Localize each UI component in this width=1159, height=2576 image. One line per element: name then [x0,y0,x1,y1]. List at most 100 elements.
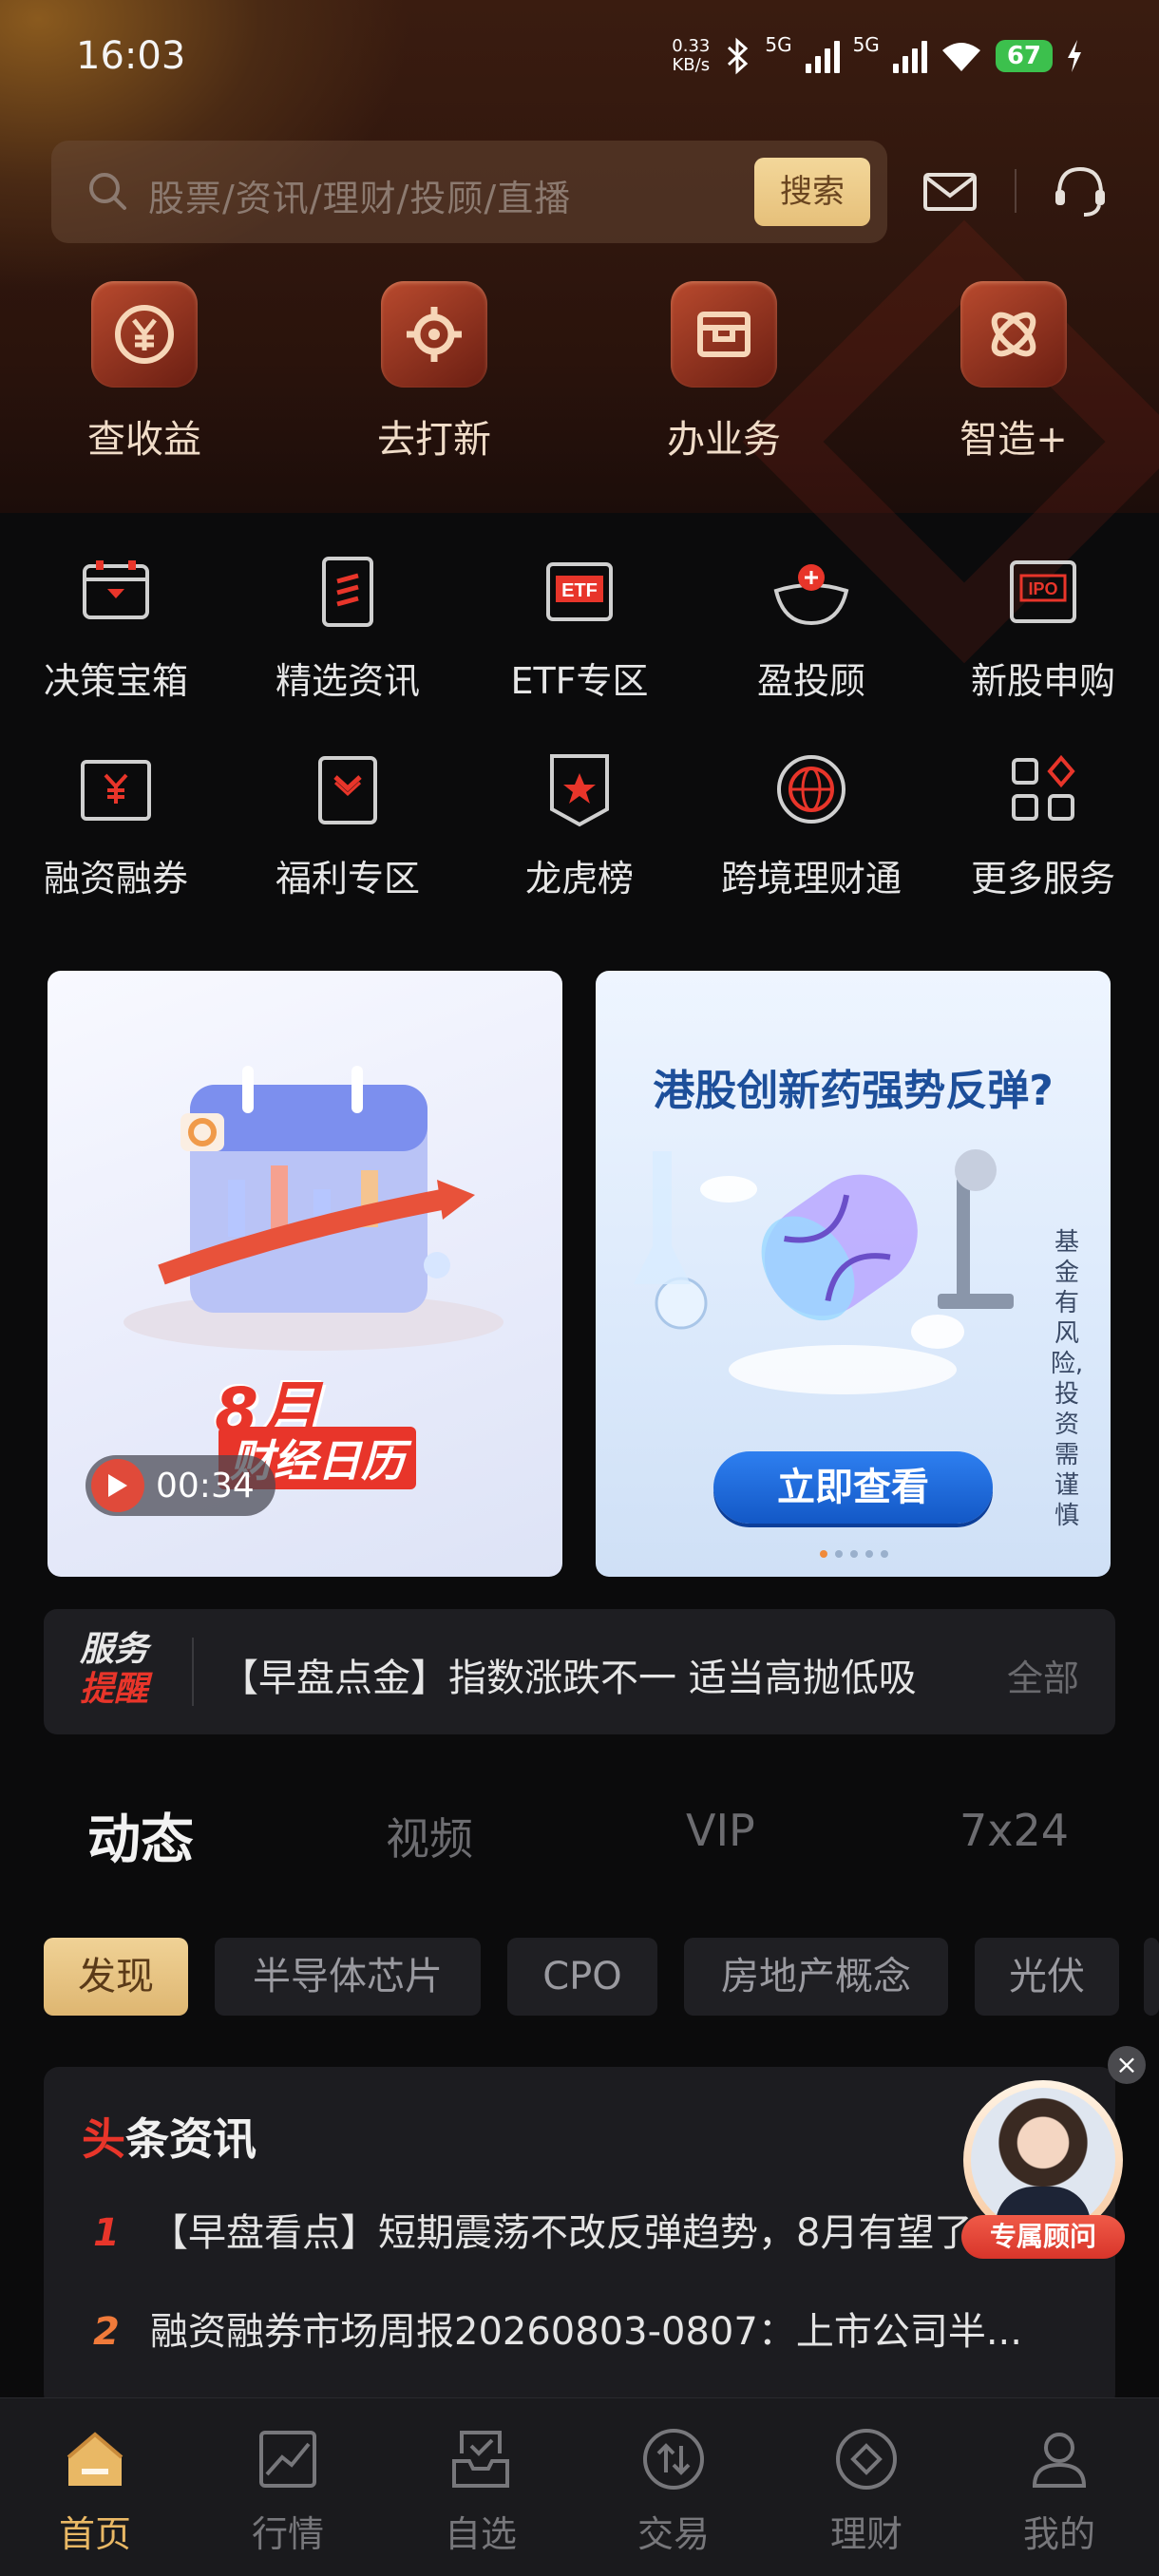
menu-advisor[interactable]: 盈投顾 [707,551,916,704]
menu-margin-trading[interactable]: 融资融券 [11,748,220,901]
advisor-label: 专属顾问 [961,2215,1125,2259]
carousel-dots [820,1550,888,1558]
chart-icon [259,2431,316,2488]
chip-cpo[interactable]: CPO [507,1938,657,2016]
chip-discover[interactable]: 发现 [44,1938,188,2016]
menu-label: 盈投顾 [756,660,865,702]
menu-label: 精选资讯 [275,660,420,702]
news-doc-icon [322,557,373,627]
headline-news-card: 头条资讯 1 【早盘看点】短期震荡不改反弹趋势，8月有望了 2 融资融券市场周报20… [44,2067,1115,2409]
search-placeholder: 股票/资讯/理财/投顾/直播 [148,178,572,219]
nav-label: 行情 [251,2513,324,2555]
menu-label: 更多服务 [970,858,1115,900]
tab-vip[interactable]: VIP [686,1805,755,1856]
menu-decision-box[interactable]: 决策宝箱 [11,551,220,704]
risk-disclaimer: 基金有风险,投资需谨慎 [1050,1228,1084,1530]
ipo-icon-text: IPO [1028,579,1057,598]
menu-new-stock[interactable]: IPO 新股申购 [939,551,1148,704]
menu-etf-zone[interactable]: ETF ETF专区 [475,551,684,704]
tab-7x24[interactable]: 7x24 [960,1805,1069,1856]
service-reminder-bar[interactable]: 服务 提醒 【早盘点金】指数涨跌不一 适当高抛低吸 全部 [44,1609,1115,1734]
quick-action-earnings[interactable]: 查收益 [49,281,239,464]
nav-home[interactable]: 首页 [0,2425,190,2557]
reminder-divider [192,1638,194,1706]
etf-icon-text: ETF [561,580,598,601]
headline-title-rest: 条资讯 [125,2113,256,2165]
charging-icon [1068,40,1081,72]
quick-actions: 查收益 去打新 办业务 智造+ [0,281,1159,471]
trade-arrows-icon [643,2429,704,2490]
search-button[interactable]: 搜索 [754,158,870,226]
customer-service-icon[interactable] [1050,161,1111,222]
news-item[interactable]: 1 【早盘看点】短期震荡不改反弹趋势，8月有望了 [93,2202,1100,2257]
quick-action-label: 查收益 [87,418,201,462]
menu-cross-border[interactable]: 跨境理财通 [707,748,916,901]
menu-dragon-tiger[interactable]: 龙虎榜 [475,748,684,901]
net-speed: 0.33 KB/s [672,37,710,75]
net-speed-value: 0.33 [672,36,711,56]
view-now-button[interactable]: 立即查看 [713,1451,993,1524]
video-play-button[interactable]: 00:34 [86,1455,276,1516]
quick-action-label: 办业务 [667,418,781,462]
reminder-tag: 服务 提醒 [80,1630,162,1710]
quick-action-ipo[interactable]: 去打新 [339,281,529,464]
nav-market[interactable]: 行情 [193,2425,383,2557]
inbox-check-icon [452,2431,509,2488]
briefcase-icon [671,281,777,388]
chip-photovoltaic[interactable]: 光伏 [975,1938,1119,2016]
nav-label: 交易 [636,2513,710,2555]
menu-label: 跨境理财通 [720,858,902,900]
video-duration: 00:34 [156,1466,255,1506]
nav-me[interactable]: 我的 [964,2425,1154,2557]
search-icon [89,173,126,210]
menu-label: ETF专区 [510,660,649,702]
nav-wealth[interactable]: 理财 [771,2425,961,2557]
tab-video[interactable]: 视频 [386,1805,473,1867]
news-text: 融资融券市场周报20260803-0807：上市公司半... [150,2310,1022,2354]
menu-label: 龙虎榜 [524,858,634,900]
reminder-tag-line1: 服务 [80,1630,149,1669]
chip-semiconductor[interactable]: 半导体芯片 [215,1938,481,2016]
chip-next-partial[interactable] [1144,1938,1159,2016]
news-item[interactable]: 2 融资融券市场周报20260803-0807：上市公司半... [93,2301,1100,2356]
advisor-close-icon[interactable]: × [1108,2046,1146,2084]
advisor-float-button[interactable]: 专属顾问 [961,2080,1125,2261]
wifi-icon [941,43,980,71]
banner-finance-calendar[interactable]: 8月 财经日历 00:34 [48,971,562,1577]
ipo-icon: IPO [1010,560,1076,623]
bottom-nav: 首页 行情 自选 交易 理财 我的 [0,2397,1159,2576]
quick-action-label: 去打新 [377,418,491,462]
reminder-tag-line2: 提醒 [80,1670,149,1709]
quick-action-business[interactable]: 办业务 [629,281,819,464]
menu-more-services[interactable]: 更多服务 [939,748,1148,901]
nav-watchlist[interactable]: 自选 [386,2425,576,2557]
play-icon [91,1459,144,1512]
menu-selected-news[interactable]: 精选资讯 [243,551,452,704]
nav-trade[interactable]: 交易 [579,2425,769,2557]
home-icon [66,2432,124,2486]
calendar-illustration [124,1066,504,1351]
nav-label: 首页 [58,2513,131,2555]
person-icon [1032,2433,1087,2488]
yen-coin-icon [91,281,198,388]
network-5g-1: 5G [765,33,792,56]
diamond-circle-icon [836,2429,897,2490]
battery-indicator: 67 [995,40,1053,72]
menu-welfare[interactable]: 福利专区 [243,748,452,901]
headline-title: 头条资讯 [82,2105,256,2168]
chip-real-estate[interactable]: 房地产概念 [684,1938,948,2016]
mail-icon[interactable] [922,163,978,220]
signal-icon-2 [892,39,927,73]
nav-label: 理财 [829,2513,902,2555]
grid-more-icon [1012,754,1075,821]
quick-action-label: 智造+ [960,418,1068,462]
reminder-all-link[interactable]: 全部 [1007,1649,1079,1701]
advisor-bowl-icon [773,564,849,626]
banner-hk-drugs[interactable]: 港股创新药强势反弹? 基金有风险,投资需谨慎 立即查看 [596,971,1111,1577]
tab-dynamic[interactable]: 动态 [87,1797,194,1874]
news-rank: 1 [93,2211,120,2255]
quick-action-smart[interactable]: 智造+ [919,281,1109,464]
news-rank: 2 [93,2310,120,2354]
search-input[interactable]: 股票/资讯/理财/投顾/直播 搜索 [51,141,887,243]
reminder-text: 【早盘点金】指数涨跌不一 适当高抛低吸 [220,1657,917,1700]
